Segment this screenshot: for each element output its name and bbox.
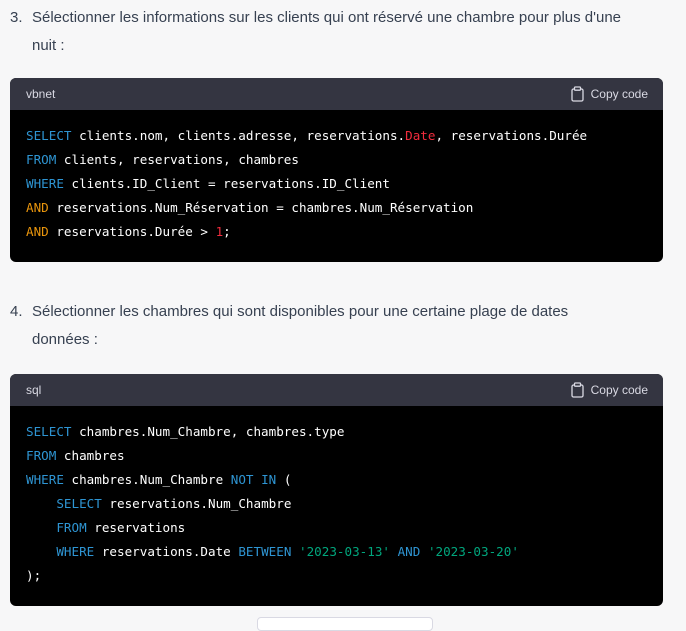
code-token: SELECT (56, 496, 102, 511)
clipboard-icon (570, 86, 585, 102)
code-token: WHERE (26, 472, 64, 487)
list-number: 3. (10, 9, 23, 26)
code-line: FROM reservations (26, 516, 647, 540)
code-token: FROM (56, 520, 87, 535)
list-text-line-1: Sélectionner les chambres qui sont dispo… (32, 303, 569, 320)
code-token: AND (397, 544, 421, 559)
copy-code-label: Copy code (590, 87, 648, 101)
code-token: FROM (26, 448, 57, 463)
code-token: SELECT (26, 424, 72, 439)
code-token: chambres.Num_Chambre, chambres.type (71, 424, 345, 439)
code-token: AND (26, 200, 49, 215)
code-line: SELECT reservations.Num_Chambre (26, 492, 647, 516)
code-block-1: vbnet Copy code SELECT clients.nom, clie… (10, 78, 663, 262)
code-token: clients.ID_Client = reservations.ID_Clie… (63, 176, 390, 191)
code-token: WHERE (26, 176, 64, 191)
code-token: '2023-03-13' (299, 544, 390, 559)
code-line: WHERE clients.ID_Client = reservations.I… (26, 172, 647, 196)
code-content[interactable]: SELECT chambres.Num_Chambre, chambres.ty… (10, 406, 663, 604)
code-line: WHERE reservations.Date BETWEEN '2023-03… (26, 540, 647, 564)
code-line: SELECT clients.nom, clients.adresse, res… (26, 124, 647, 148)
code-language-label: vbnet (26, 87, 56, 101)
code-token: '2023-03-20' (427, 544, 519, 559)
list-item-4: 4. Sélectionner les chambres qui sont di… (10, 298, 665, 354)
code-language-label: sql (26, 383, 42, 397)
code-token: , reservations.Durée (435, 128, 588, 143)
list-text-line-2: données : (32, 331, 98, 348)
code-token: chambres.Num_Chambre (63, 472, 231, 487)
code-header: vbnet Copy code (10, 78, 663, 110)
code-line: FROM chambres (26, 444, 647, 468)
regenerate-button-edge[interactable] (257, 617, 433, 631)
code-token: IN (261, 472, 277, 487)
code-token: NOT (230, 472, 254, 487)
code-token: BETWEEN (238, 544, 292, 559)
code-token: AND (26, 224, 49, 239)
code-token: reservations (86, 520, 186, 535)
code-token: reservations.Date (94, 544, 239, 559)
code-line: WHERE chambres.Num_Chambre NOT IN ( (26, 468, 647, 492)
code-block-2: sql Copy code SELECT chambres.Num_Chambr… (10, 374, 663, 606)
list-text-line-2: nuit : (32, 37, 65, 54)
code-line: AND reservations.Num_Réservation = chamb… (26, 196, 647, 220)
code-token: ); (26, 568, 42, 583)
list-item-3: 3. Sélectionner les informations sur les… (10, 4, 665, 60)
code-line: AND reservations.Durée > 1; (26, 220, 647, 244)
code-token: WHERE (56, 544, 95, 559)
clipboard-icon (570, 382, 585, 398)
code-token: reservations.Durée > (48, 224, 216, 239)
code-token: FROM (26, 152, 57, 167)
code-token: SELECT (26, 128, 72, 143)
list-number: 4. (10, 303, 23, 320)
code-token: ( (276, 472, 292, 487)
list-text-line-1: Sélectionner les informations sur les cl… (32, 9, 622, 26)
code-token: ; (223, 224, 231, 239)
code-header: sql Copy code (10, 374, 663, 406)
code-token: reservations.Num_Chambre (101, 496, 292, 511)
list-text: Sélectionner les chambres qui sont dispo… (10, 298, 665, 354)
code-token: Date (405, 128, 436, 143)
code-token: clients, reservations, chambres (56, 152, 299, 167)
list-text: Sélectionner les informations sur les cl… (10, 4, 665, 60)
code-token: chambres (56, 448, 125, 463)
code-line: SELECT chambres.Num_Chambre, chambres.ty… (26, 420, 647, 444)
code-line: FROM clients, reservations, chambres (26, 148, 647, 172)
code-token: clients.nom, clients.adresse, reservatio… (71, 128, 406, 143)
code-token: reservations.Num_Réservation = chambres.… (48, 200, 474, 215)
code-line: ); (26, 564, 647, 588)
copy-code-button[interactable]: Copy code (570, 86, 648, 102)
copy-code-label: Copy code (590, 383, 648, 397)
code-content[interactable]: SELECT clients.nom, clients.adresse, res… (10, 110, 663, 260)
copy-code-button[interactable]: Copy code (570, 382, 648, 398)
